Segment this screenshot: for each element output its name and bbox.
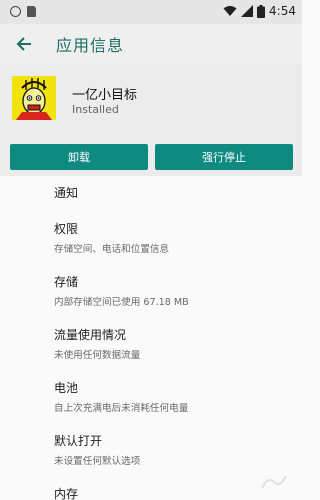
- signal-icon: [241, 5, 254, 17]
- app-meme-face-icon: [12, 76, 56, 120]
- settings-item-title: 流量使用情况: [54, 328, 127, 342]
- settings-item-title: 存储: [54, 275, 79, 289]
- app-install-status: Installed: [72, 103, 119, 116]
- settings-item-open-by-default[interactable]: 默认打开 未设置任何默认选项: [54, 432, 294, 467]
- page-title: 应用信息: [56, 36, 125, 55]
- settings-item-storage[interactable]: 存储 内部存储空间已使用 67.18 MB: [54, 273, 294, 308]
- sd-card-icon: [27, 6, 36, 17]
- settings-item-title: 电池: [54, 381, 79, 395]
- settings-item-notifications[interactable]: 通知: [54, 184, 294, 201]
- settings-item-memory[interactable]: 内存: [54, 485, 294, 500]
- settings-item-subtitle: 内部存储空间已使用 67.18 MB: [54, 297, 189, 308]
- wifi-icon: [223, 6, 237, 16]
- arrow-back-icon[interactable]: [12, 32, 36, 56]
- watermark-icon: [260, 472, 288, 492]
- force-stop-button[interactable]: 强行停止: [155, 144, 293, 170]
- settings-item-subtitle: 未设置任何默认选项: [54, 456, 141, 467]
- status-time: 4:54: [269, 4, 296, 18]
- app-header: 一亿小目标 Installed: [0, 64, 302, 134]
- circle-icon: [10, 6, 21, 17]
- settings-item-subtitle: 未使用任何数据流量: [54, 350, 141, 361]
- uninstall-button[interactable]: 卸载: [10, 144, 148, 170]
- settings-item-title: 权限: [54, 222, 79, 236]
- app-bar: 应用信息: [0, 24, 302, 64]
- action-buttons: 卸载 强行停止: [0, 134, 302, 176]
- settings-item-title: 内存: [54, 487, 79, 500]
- settings-item-permissions[interactable]: 权限 存储空间、电话和位置信息: [54, 220, 294, 255]
- settings-item-title: 默认打开: [54, 434, 103, 448]
- settings-item-data-usage[interactable]: 流量使用情况 未使用任何数据流量: [54, 326, 294, 361]
- status-bar: 4:54: [0, 0, 302, 24]
- settings-item-subtitle: 存储空间、电话和位置信息: [54, 244, 170, 255]
- settings-item-title: 通知: [54, 186, 79, 200]
- app-name: 一亿小目标: [72, 88, 138, 103]
- battery-icon: [257, 4, 266, 18]
- settings-list: 通知 权限 存储空间、电话和位置信息 存储 内部存储空间已使用 67.18 MB…: [0, 176, 302, 500]
- settings-item-battery[interactable]: 电池 自上次充满电后未消耗任何电量: [54, 379, 294, 414]
- settings-item-subtitle: 自上次充满电后未消耗任何电量: [54, 403, 189, 414]
